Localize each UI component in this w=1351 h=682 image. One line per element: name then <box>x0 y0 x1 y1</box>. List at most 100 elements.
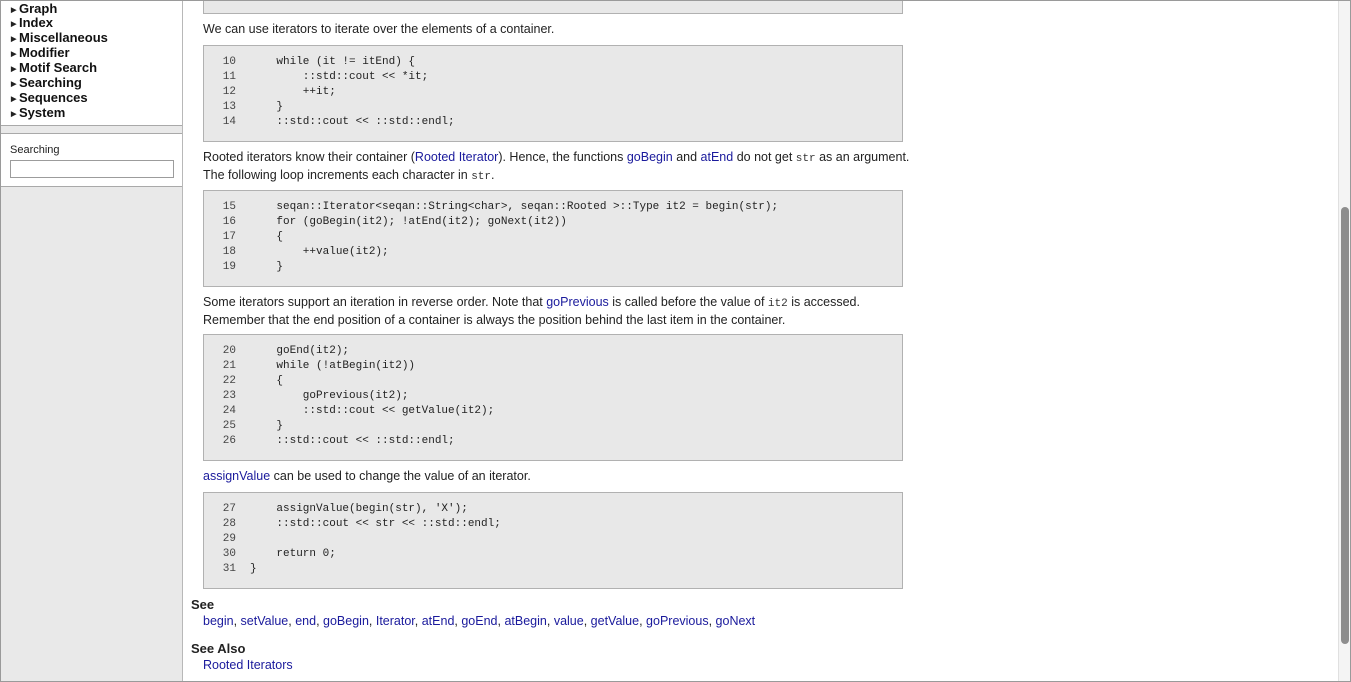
sidebar-nav: ▶ Graph ▶ Index ▶ Miscellaneous ▶ Modifier ▶… <box>1 1 182 126</box>
line-number: 14 <box>222 116 236 128</box>
line-number: 22 <box>222 375 236 387</box>
see-link-setvalue[interactable]: setValue <box>241 614 289 628</box>
see-also-link-rooted-iterators[interactable]: Rooted Iterators <box>203 658 293 672</box>
link-rooted-iterator[interactable]: Rooted Iterator <box>415 150 498 164</box>
sidebar-item-miscellaneous[interactable]: ▶ Miscellaneous <box>11 30 108 45</box>
code-block: 20 goEnd(it2); 21 while (!atBegin(it2)) … <box>203 334 903 461</box>
code-text: } <box>250 101 284 113</box>
text: . <box>491 168 495 182</box>
code-line: 24 ::std::cout << getValue(it2); <box>204 404 494 419</box>
code-text: return 0; <box>250 548 336 560</box>
see-link-gonext[interactable]: goNext <box>716 614 756 628</box>
line-number: 29 <box>222 533 236 545</box>
code-line: 19 } <box>204 260 283 275</box>
code-text: ::std::cout << ::std::endl; <box>250 435 455 447</box>
sidebar-item-motif-search[interactable]: ▶ Motif Search <box>11 60 97 75</box>
see-link-iterator[interactable]: Iterator <box>376 614 415 628</box>
code-line: 30 return 0; <box>204 547 336 562</box>
sidebar-item-modifier[interactable]: ▶ Modifier <box>11 45 70 60</box>
code-line: 25 } <box>204 419 283 434</box>
code-text: } <box>250 261 284 273</box>
paragraph: assignValue can be used to change the va… <box>203 468 913 484</box>
sidebar-item-label: System <box>19 105 66 120</box>
code-line: 13 } <box>204 100 283 115</box>
scrollbar-thumb[interactable] <box>1341 207 1349 644</box>
line-number: 27 <box>222 503 236 515</box>
main-content: We can use iterators to iterate over the… <box>183 1 1338 681</box>
line-number: 31 <box>222 563 236 575</box>
see-link-atend[interactable]: atEnd <box>422 614 455 628</box>
see-also-links: Rooted Iterators <box>203 657 913 673</box>
sidebar-item-graph[interactable]: ▶ Graph <box>11 1 57 16</box>
line-number: 18 <box>222 246 236 258</box>
code-text: while (it != itEnd) { <box>250 56 416 68</box>
search-input[interactable] <box>10 160 174 178</box>
code-text: } <box>250 420 284 432</box>
see-also-heading: See Also <box>191 641 246 656</box>
code-line: 22 { <box>204 374 283 389</box>
sidebar-item-label: Index <box>19 15 53 30</box>
sidebar-item-label: Miscellaneous <box>19 30 108 45</box>
sidebar-item-label: Sequences <box>19 90 88 105</box>
code-line: 15 seqan::Iterator<seqan::String<char>, … <box>204 200 778 215</box>
line-number: 11 <box>222 71 236 83</box>
sidebar-item-system[interactable]: ▶ System <box>11 105 65 120</box>
see-links: begin, setValue, end, goBegin, Iterator,… <box>203 614 756 628</box>
code-text: ::std::cout << str << ::std::endl; <box>250 518 501 530</box>
line-number: 20 <box>222 345 236 357</box>
code-line: 31} <box>204 562 257 577</box>
see-link-atbegin[interactable]: atBegin <box>504 614 546 628</box>
code-text: ::std::cout << getValue(it2); <box>250 405 495 417</box>
link-atend[interactable]: atEnd <box>701 150 734 164</box>
code-block: 15 seqan::Iterator<seqan::String<char>, … <box>203 190 903 287</box>
line-number: 24 <box>222 405 236 417</box>
sidebar-item-index[interactable]: ▶ Index <box>11 15 53 30</box>
line-number: 13 <box>222 101 236 113</box>
see-link-value[interactable]: value <box>554 614 584 628</box>
code-line: 17 { <box>204 230 283 245</box>
see-link-begin[interactable]: begin <box>203 614 234 628</box>
code-line: 11 ::std::cout << *it; <box>204 70 428 85</box>
inline-code: str <box>795 153 816 165</box>
expand-triangle-icon: ▶ <box>11 111 17 118</box>
see-link-end[interactable]: end <box>295 614 316 628</box>
code-text: for (goBegin(it2); !atEnd(it2); goNext(i… <box>250 216 567 228</box>
code-line: 14 ::std::cout << ::std::endl; <box>204 115 455 130</box>
code-line: 28 ::std::cout << str << ::std::endl; <box>204 517 501 532</box>
code-text: seqan::Iterator<seqan::String<char>, seq… <box>250 201 779 213</box>
link-assignvalue[interactable]: assignValue <box>203 469 270 483</box>
link-goprevious[interactable]: goPrevious <box>546 295 609 309</box>
link-gobegin[interactable]: goBegin <box>627 150 673 164</box>
code-text: assignValue(begin(str), 'X'); <box>250 503 468 515</box>
sidebar-item-sequences[interactable]: ▶ Sequences <box>11 90 88 105</box>
code-line: 29 <box>204 532 250 547</box>
code-text: ++value(it2); <box>250 246 389 258</box>
line-number: 21 <box>222 360 236 372</box>
sidebar-item-searching[interactable]: ▶ Searching <box>11 75 82 90</box>
sidebar-item-label: Graph <box>19 1 58 16</box>
line-number: 16 <box>222 216 236 228</box>
see-link-goend[interactable]: goEnd <box>461 614 497 628</box>
text: can be used to change the value of an it… <box>270 469 531 483</box>
line-number: 28 <box>222 518 236 530</box>
code-text: { <box>250 375 284 387</box>
code-text: goPrevious(it2); <box>250 390 409 402</box>
inline-code: it2 <box>767 298 788 310</box>
text: Some iterators support an iteration in r… <box>203 295 547 309</box>
sidebar-item-label: Modifier <box>19 45 70 60</box>
code-line: 10 while (it != itEnd) { <box>204 55 415 70</box>
line-number: 26 <box>222 435 236 447</box>
vertical-scrollbar[interactable] <box>1338 1 1350 681</box>
code-block: 10 while (it != itEnd) { 11 ::std::cout … <box>203 45 903 142</box>
sidebar-item-label: Motif Search <box>19 60 98 75</box>
code-text: while (!atBegin(it2)) <box>250 360 416 372</box>
sidebar-item-label: Searching <box>19 75 82 90</box>
see-link-goprevious[interactable]: goPrevious <box>646 614 709 628</box>
see-link-gobegin[interactable]: goBegin <box>323 614 369 628</box>
inline-code: str <box>471 171 492 183</box>
code-line: 12 ++it; <box>204 85 336 100</box>
window-frame: ▶ Graph ▶ Index ▶ Miscellaneous ▶ Modifier ▶… <box>0 0 1351 682</box>
code-text: goEnd(it2); <box>250 345 350 357</box>
see-link-getvalue[interactable]: getValue <box>591 614 639 628</box>
